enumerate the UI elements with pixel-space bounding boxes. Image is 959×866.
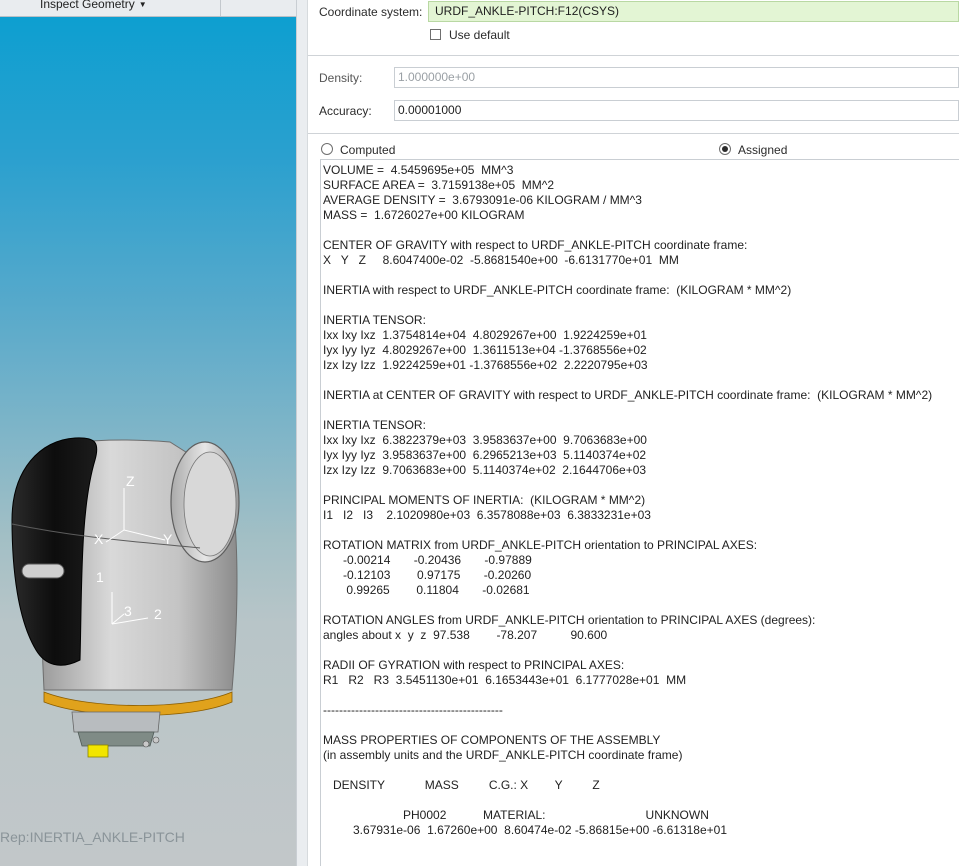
coordinate-system-field[interactable]: URDF_ANKLE-PITCH:F12(CSYS) — [428, 1, 959, 22]
mass-properties-panel: Coordinate system: URDF_ANKLE-PITCH:F12(… — [308, 0, 959, 866]
report-line — [323, 793, 959, 808]
use-default-label: Use default — [449, 28, 510, 42]
report-line — [323, 523, 959, 538]
axis-x-label: X — [94, 531, 104, 547]
report-line: Iyx Iyy Iyz 4.8029267e+00 1.3611513e+04 … — [323, 343, 647, 357]
use-default-checkbox[interactable] — [430, 29, 441, 40]
report-line: ----------------------------------------… — [323, 703, 503, 717]
report-line: Ixx Ixy Ixz 6.3822379e+03 3.9583637e+00 … — [323, 433, 647, 447]
report-line — [323, 598, 959, 613]
report-line: (in assembly units and the URDF_ANKLE-PI… — [323, 748, 683, 762]
report-line: CENTER OF GRAVITY with respect to URDF_A… — [323, 238, 748, 252]
section-divider — [308, 55, 959, 56]
toolbar-divider — [220, 0, 221, 16]
report-line — [323, 223, 959, 238]
density-label: Density: — [319, 71, 363, 85]
report-line — [323, 763, 959, 778]
viewport-toolbar: Inspect Geometry ▼ — [0, 0, 296, 17]
report-line: Iyx Iyy Iyz 3.9583637e+00 6.2965213e+03 … — [323, 448, 647, 462]
report-line: X Y Z 8.6047400e-02 -5.8681540e+00 -6.61… — [323, 253, 679, 267]
report-line — [323, 718, 959, 733]
report-line: -0.12103 0.97175 -0.20260 — [323, 568, 532, 582]
report-line — [323, 478, 959, 493]
report-line: PH0002 MATERIAL: UNKNOWN — [323, 808, 709, 822]
density-field[interactable]: 1.000000e+00 — [394, 67, 959, 88]
report-line: Izx Izy Izz 9.7063683e+00 5.1140374e+02 … — [323, 463, 647, 477]
report-line: INERTIA with respect to URDF_ANKLE-PITCH… — [323, 283, 792, 297]
report-line: PRINCIPAL MOMENTS OF INERTIA: (KILOGRAM … — [323, 493, 646, 507]
report-line: SURFACE AREA = 3.7159138e+05 MM^2 — [323, 178, 555, 192]
section-divider — [308, 133, 959, 134]
accuracy-field[interactable]: 0.00001000 — [394, 100, 959, 121]
representation-label: Rep:INERTIA_ANKLE-PITCH — [0, 829, 185, 845]
assigned-label: Assigned — [738, 143, 788, 157]
inspect-geometry-label: Inspect Geometry — [40, 0, 135, 11]
mass-properties-report[interactable]: VOLUME = 4.5459695e+05 MM^3 SURFACE AREA … — [320, 159, 959, 866]
report-line: Ixx Ixy Ixz 1.3754814e+04 4.8029267e+00 … — [323, 328, 647, 342]
computed-radio[interactable] — [321, 143, 333, 155]
principal-axis-2-label: 2 — [154, 606, 162, 622]
report-line: INERTIA TENSOR: — [323, 313, 426, 327]
graphics-viewport[interactable]: Inspect Geometry ▼ Z X Y 1 2 3 Rep:INERT… — [0, 0, 296, 866]
report-line — [323, 268, 959, 283]
report-line: I1 I2 I3 2.1020980e+03 6.3578088e+03 6.3… — [323, 508, 651, 522]
assembly-model[interactable]: Z X Y 1 2 3 — [0, 420, 296, 780]
report-line: -0.00214 -0.20436 -0.97889 — [323, 553, 532, 567]
report-line: MASS = 1.6726027e+00 KILOGRAM — [323, 208, 525, 222]
report-line: INERTIA at CENTER OF GRAVITY with respec… — [323, 388, 933, 402]
principal-axis-1-label: 1 — [96, 569, 104, 585]
principal-axis-3-label: 3 — [124, 603, 132, 619]
report-line — [323, 643, 959, 658]
report-line: VOLUME = 4.5459695e+05 MM^3 — [323, 163, 514, 177]
assigned-radio[interactable] — [719, 143, 731, 155]
report-line: MASS PROPERTIES OF COMPONENTS OF THE ASS… — [323, 733, 661, 747]
report-line: ROTATION ANGLES from URDF_ANKLE-PITCH or… — [323, 613, 816, 627]
report-line: ROTATION MATRIX from URDF_ANKLE-PITCH or… — [323, 538, 758, 552]
report-line: DENSITY MASS C.G.: X Y Z — [323, 778, 600, 792]
report-line: INERTIA TENSOR: — [323, 418, 426, 432]
chevron-down-icon: ▼ — [138, 0, 147, 9]
inspect-geometry-dropdown[interactable]: Inspect Geometry ▼ — [40, 0, 147, 11]
report-line: angles about x y z 97.538 -78.207 90.600 — [323, 628, 608, 642]
computed-label: Computed — [340, 143, 396, 157]
report-line: RADII OF GYRATION with respect to PRINCI… — [323, 658, 625, 672]
report-line: AVERAGE DENSITY = 3.6793091e-06 KILOGRAM… — [323, 193, 642, 207]
report-line — [323, 688, 959, 703]
report-line: 3.67931e-06 1.67260e+00 8.60474e-02 -5.8… — [323, 823, 728, 837]
accuracy-label: Accuracy: — [319, 104, 372, 118]
report-line: Izx Izy Izz 1.9224259e+01 -1.3768556e+02… — [323, 358, 648, 372]
axis-z-label: Z — [126, 473, 135, 489]
report-line — [323, 373, 959, 388]
report-line — [323, 298, 959, 313]
coordinate-system-label: Coordinate system: — [319, 5, 423, 19]
report-line: 0.99265 0.11804 -0.02681 — [323, 583, 530, 597]
report-line — [323, 403, 959, 418]
report-line: R1 R2 R3 3.5451130e+01 6.1653443e+01 6.1… — [323, 673, 687, 687]
axis-y-label: Y — [163, 531, 173, 547]
panel-splitter[interactable] — [296, 0, 308, 866]
